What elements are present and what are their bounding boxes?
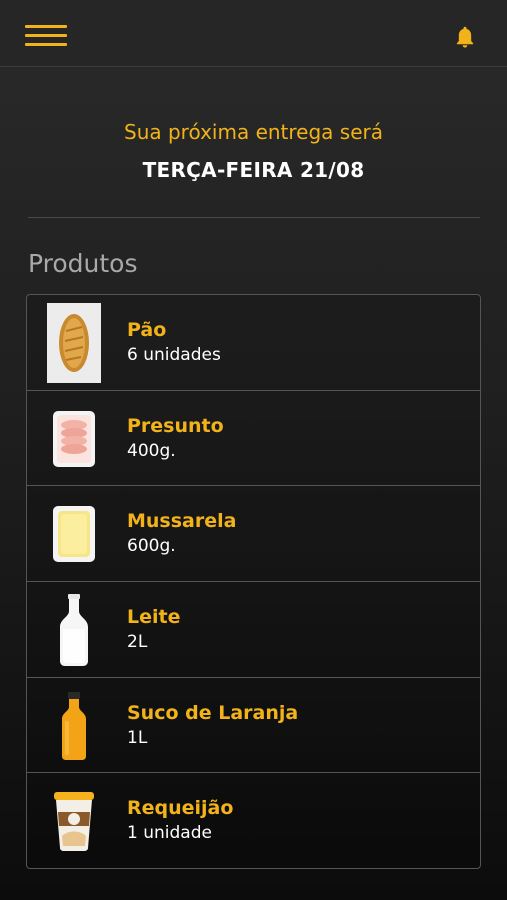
- orange-juice-bottle-icon: [47, 686, 101, 766]
- product-quantity: 1 unidade: [127, 823, 212, 844]
- bread-icon: [47, 303, 101, 383]
- cheese-package-icon: [47, 494, 101, 574]
- product-quantity: 400g.: [127, 440, 176, 461]
- product-name: Requeijão: [127, 797, 234, 820]
- product-name: Pão: [127, 319, 167, 341]
- product-item-requeijao[interactable]: Requeijão 1 unidade: [27, 773, 480, 869]
- product-item-mozzarella[interactable]: Mussarela 600g.: [27, 486, 480, 583]
- hamburger-menu-icon[interactable]: [25, 25, 67, 49]
- top-bar: [0, 0, 507, 67]
- product-list: Pão 6 unidades Presunto 400g. Mussarela …: [26, 294, 481, 869]
- product-name: Mussarela: [127, 510, 237, 533]
- divider: [28, 217, 480, 218]
- menu-line: [25, 34, 67, 37]
- delivery-label: Sua próxima entrega será: [124, 120, 383, 144]
- product-name: Leite: [127, 606, 181, 629]
- product-quantity: 600g.: [127, 536, 176, 557]
- delivery-date: TERÇA-FEIRA 21/08: [142, 158, 365, 182]
- product-quantity: 6 unidades: [127, 345, 221, 365]
- product-name: Presunto: [127, 414, 224, 437]
- milk-bottle-icon: [47, 590, 101, 670]
- products-heading: Produtos: [28, 249, 138, 278]
- product-quantity: 1L: [127, 727, 148, 748]
- ham-package-icon: [47, 399, 101, 479]
- next-delivery: Sua próxima entrega será TERÇA-FEIRA 21/…: [0, 112, 507, 188]
- product-item-bread[interactable]: Pão 6 unidades: [27, 295, 480, 391]
- product-item-milk[interactable]: Leite 2L: [27, 582, 480, 678]
- bell-icon[interactable]: [452, 24, 478, 50]
- menu-line: [25, 25, 67, 28]
- cream-cheese-cup-icon: [47, 781, 101, 861]
- product-name: Suco de Laranja: [127, 701, 299, 724]
- product-item-ham[interactable]: Presunto 400g.: [27, 391, 480, 487]
- product-item-orange-juice[interactable]: Suco de Laranja 1L: [27, 678, 480, 774]
- menu-line: [25, 43, 67, 46]
- product-quantity: 2L: [127, 632, 148, 653]
